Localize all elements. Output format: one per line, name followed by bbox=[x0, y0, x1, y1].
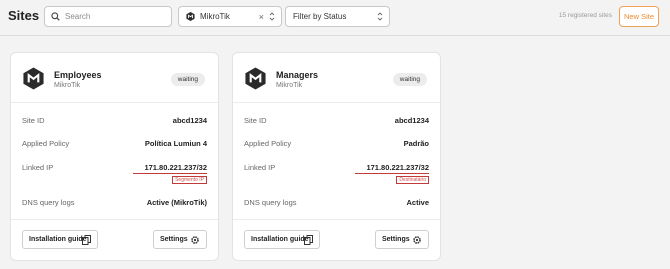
row-value: Active (MikroTik) bbox=[146, 198, 207, 207]
search-box[interactable] bbox=[44, 6, 172, 27]
row-label: Linked IP bbox=[244, 163, 276, 172]
chevron-updown-icon bbox=[377, 12, 383, 21]
button-label: Installation guide bbox=[251, 236, 309, 243]
status-badge: waiting bbox=[170, 73, 205, 86]
row-label: Applied Policy bbox=[244, 139, 292, 148]
mikrotik-logo-icon bbox=[245, 67, 266, 90]
divider bbox=[233, 219, 440, 220]
settings-button[interactable]: Settings bbox=[375, 230, 429, 249]
row-label: Site ID bbox=[22, 116, 45, 125]
annotation-underline bbox=[355, 173, 429, 174]
search-input[interactable] bbox=[65, 12, 165, 21]
site-card-header: Managers MikroTik waiting bbox=[233, 53, 440, 102]
installation-guide-button[interactable]: Installation guide bbox=[22, 230, 98, 249]
divider bbox=[233, 102, 440, 103]
dns-logs-row: DNS query logs Active (MikroTik) bbox=[11, 198, 218, 210]
annotation-underline bbox=[133, 173, 207, 174]
copy-document-icon bbox=[82, 235, 91, 245]
linked-ip-value[interactable]: 171.80.221.237/32 bbox=[366, 163, 429, 172]
top-bar: Sites MikroTik × Filter by Status 15 reg… bbox=[0, 0, 670, 35]
row-value: Política Lumiun 4 bbox=[144, 139, 207, 148]
site-name: Managers bbox=[276, 70, 319, 80]
gear-icon bbox=[191, 236, 199, 244]
site-id-row: Site ID abcd1234 bbox=[11, 116, 218, 128]
linked-ip-value[interactable]: 171.80.221.237/32 bbox=[144, 163, 207, 172]
page-title: Sites bbox=[8, 8, 40, 23]
site-card-header: Employees MikroTik waiting bbox=[11, 53, 218, 102]
gear-icon bbox=[413, 236, 421, 244]
status-filter-value: Filter by Status bbox=[293, 12, 347, 21]
divider bbox=[11, 219, 218, 220]
settings-button[interactable]: Settings bbox=[153, 230, 207, 249]
row-value: abcd1234 bbox=[172, 116, 207, 125]
status-filter-select[interactable]: Filter by Status bbox=[285, 6, 390, 27]
mikrotik-logo-icon bbox=[186, 12, 195, 21]
divider bbox=[11, 102, 218, 103]
button-label: Settings bbox=[382, 236, 410, 243]
mikrotik-logo-icon bbox=[23, 67, 44, 90]
row-label: Applied Policy bbox=[22, 139, 70, 148]
button-label: Installation guide bbox=[29, 236, 87, 243]
applied-policy-row: Applied Policy Política Lumiun 4 bbox=[11, 139, 218, 151]
new-site-button[interactable]: New Site bbox=[619, 6, 659, 27]
site-vendor: MikroTik bbox=[276, 82, 303, 89]
ip-annotation-label: Destinatário bbox=[396, 176, 429, 184]
button-label: Settings bbox=[160, 236, 188, 243]
copy-document-icon bbox=[304, 235, 313, 245]
row-label: DNS query logs bbox=[244, 198, 297, 207]
row-value: Active bbox=[406, 198, 429, 207]
site-vendor: MikroTik bbox=[54, 82, 81, 89]
header-divider bbox=[0, 35, 670, 36]
vendor-filter-value: MikroTik bbox=[200, 12, 230, 21]
site-name: Employees bbox=[54, 70, 102, 80]
row-value: Padrão bbox=[403, 139, 429, 148]
ip-annotation-label: Segmento IP bbox=[172, 176, 207, 184]
dns-logs-row: DNS query logs Active bbox=[233, 198, 440, 210]
vendor-filter-select[interactable]: MikroTik × bbox=[178, 6, 282, 27]
search-icon bbox=[51, 12, 60, 21]
registered-sites-count: 15 registered sites bbox=[558, 12, 612, 19]
row-label: Linked IP bbox=[22, 163, 54, 172]
site-card: Employees MikroTik waiting Site ID abcd1… bbox=[10, 52, 219, 261]
chevron-updown-icon bbox=[269, 12, 275, 21]
row-label: DNS query logs bbox=[22, 198, 75, 207]
installation-guide-button[interactable]: Installation guide bbox=[244, 230, 320, 249]
applied-policy-row: Applied Policy Padrão bbox=[233, 139, 440, 151]
clear-filter-icon[interactable]: × bbox=[259, 12, 264, 22]
site-id-row: Site ID abcd1234 bbox=[233, 116, 440, 128]
row-value: abcd1234 bbox=[394, 116, 429, 125]
status-badge: waiting bbox=[392, 73, 427, 86]
row-label: Site ID bbox=[244, 116, 267, 125]
site-card: Managers MikroTik waiting Site ID abcd12… bbox=[232, 52, 441, 261]
